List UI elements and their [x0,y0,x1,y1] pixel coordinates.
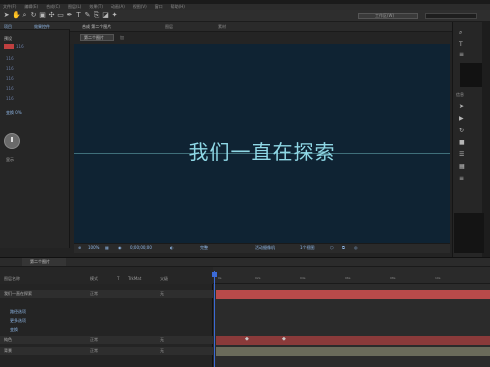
layer-name[interactable]: 我们一直在探索 [4,291,32,297]
pan-behind-tool-icon[interactable]: ✣ [48,12,55,19]
tab-layer[interactable]: 图层 [165,24,173,30]
knob-indicator [11,137,13,142]
text-tool-icon[interactable]: T [459,42,466,48]
camera-dropdown[interactable]: 活动摄像机 [255,245,275,251]
timeline-tab-label: 第二个图片 [30,259,50,264]
tick-label: 0s [218,276,222,280]
color-swatch[interactable] [4,44,14,49]
pen-tool-icon[interactable]: ✒ [66,12,73,19]
col-layer-name: 图层名称 [4,276,20,281]
quality-dropdown[interactable]: 完整 [200,245,208,251]
composition-subbar [70,32,452,44]
playhead[interactable] [214,271,215,367]
composition-text[interactable]: 我们一直在探索 [74,140,450,164]
tick-label: 06s [345,276,351,280]
col-t: T [117,276,120,281]
list-item[interactable]: 116 [6,86,14,91]
table-row[interactable] [0,347,213,355]
camera-snapshot-icon[interactable]: ◉ [118,245,122,250]
clone-tool-icon[interactable]: ⎘ [93,12,100,19]
transform-label: 变换 0% [6,110,22,115]
tick-label: 10s [435,276,441,280]
grid-icon[interactable]: ▦ [459,164,466,170]
keyframe-icon[interactable]: ◆ [245,336,249,342]
timeline-header [0,267,213,284]
layer-name[interactable]: 背景 [4,348,12,354]
col-parent: 父级 [160,276,168,281]
search-icon[interactable]: ⌕ [459,30,466,36]
layer-parent[interactable]: 无 [160,348,164,354]
composition-tabs [70,22,452,32]
comp-subtab-label: 第二个图片 [84,35,104,40]
list-item[interactable]: 116 [6,96,14,101]
layer-duration-bar[interactable] [216,347,490,356]
tab-composition[interactable]: 合成 第二个图片 [82,24,111,30]
layer-prop[interactable]: 变换 [10,327,18,333]
3d-icon[interactable]: ⬡ [330,245,334,250]
col-trkmat: TrkMat [128,276,142,281]
tab-effect-controls[interactable]: 效果控件 [34,24,50,30]
playhead-handle[interactable] [212,272,217,277]
layer-name[interactable]: 纯色 [4,337,12,343]
brush-tool-icon[interactable]: ✎ [84,12,91,19]
layer-mode[interactable]: 正常 [90,291,98,297]
puppet-tool-icon[interactable]: ✦ [111,12,118,19]
arrow-icon[interactable]: ➤ [459,104,466,110]
loop-icon[interactable]: ↻ [459,128,466,134]
layer-prop[interactable]: 路径选项 [10,309,26,315]
exposure-icon[interactable]: ◎ [354,245,358,250]
preset-label: 预设 [4,36,12,41]
list-item[interactable]: 116 [6,76,14,81]
list-item[interactable]: 116 [6,56,14,61]
color-channel-icon[interactable]: ◐ [170,245,174,250]
search-help-input[interactable] [425,13,477,19]
timeline-tabs [0,257,490,267]
property-track [216,305,490,335]
info-area [460,63,482,87]
eraser-tool-icon[interactable]: ◪ [102,12,109,19]
tab-project[interactable]: 项目 [4,24,12,30]
align-icon[interactable]: ≡ [459,52,466,58]
layer-parent[interactable]: 无 [160,291,164,297]
layer-duration-bar[interactable] [216,336,490,345]
zoom-value[interactable]: 100% [88,245,99,250]
rotate-tool-icon[interactable]: ↻ [30,12,37,19]
grid-icon[interactable]: ▦ [105,245,109,250]
play-icon[interactable]: ▶ [459,116,466,122]
preview-area [454,213,484,253]
keyframe-icon[interactable]: ◆ [282,336,286,342]
tick-label: 02s [255,276,261,280]
tab-footage[interactable]: 素材 [218,24,226,30]
table-row[interactable] [0,336,213,344]
hand-tool-icon[interactable]: ✋ [12,12,21,19]
col-mode: 模式 [90,276,98,281]
views-dropdown[interactable]: 1个视图 [300,245,315,251]
list-icon[interactable]: ☰ [459,152,466,158]
mask-tool-icon[interactable]: ▭ [57,12,64,19]
list-item[interactable]: 116 [6,66,14,71]
layer-duration-bar[interactable] [216,290,490,299]
magnify-icon[interactable]: ⊕ [78,245,81,250]
layer-mode[interactable]: 正常 [90,348,98,354]
text-align-icon[interactable]: ≡ [459,176,466,182]
timecode[interactable]: 0;00;00;00 [130,245,152,250]
tick-label: 08s [390,276,396,280]
flowchart-icon[interactable]: ⧉ [342,245,345,250]
selection-tool-icon[interactable]: ➤ [3,12,10,19]
name-field[interactable]: 116 [16,44,24,49]
tick-label: 04s [300,276,306,280]
layer-prop[interactable]: 更多选项 [10,318,26,324]
checkbox-label[interactable]: 显示 [6,157,14,163]
layer-mode[interactable]: 正常 [90,337,98,343]
text-tool-icon[interactable]: T [75,12,82,19]
layer-parent[interactable]: 无 [160,337,164,343]
camera-tool-icon[interactable]: ▣ [39,12,46,19]
workspace-label: 工作区(W) [375,13,395,18]
stop-icon[interactable]: ■ [459,140,466,146]
panel-label-info[interactable]: 信息 [456,92,464,98]
zoom-tool-icon[interactable]: ⌕ [21,12,28,19]
comp-subtab-label-2: 加 [120,35,124,40]
